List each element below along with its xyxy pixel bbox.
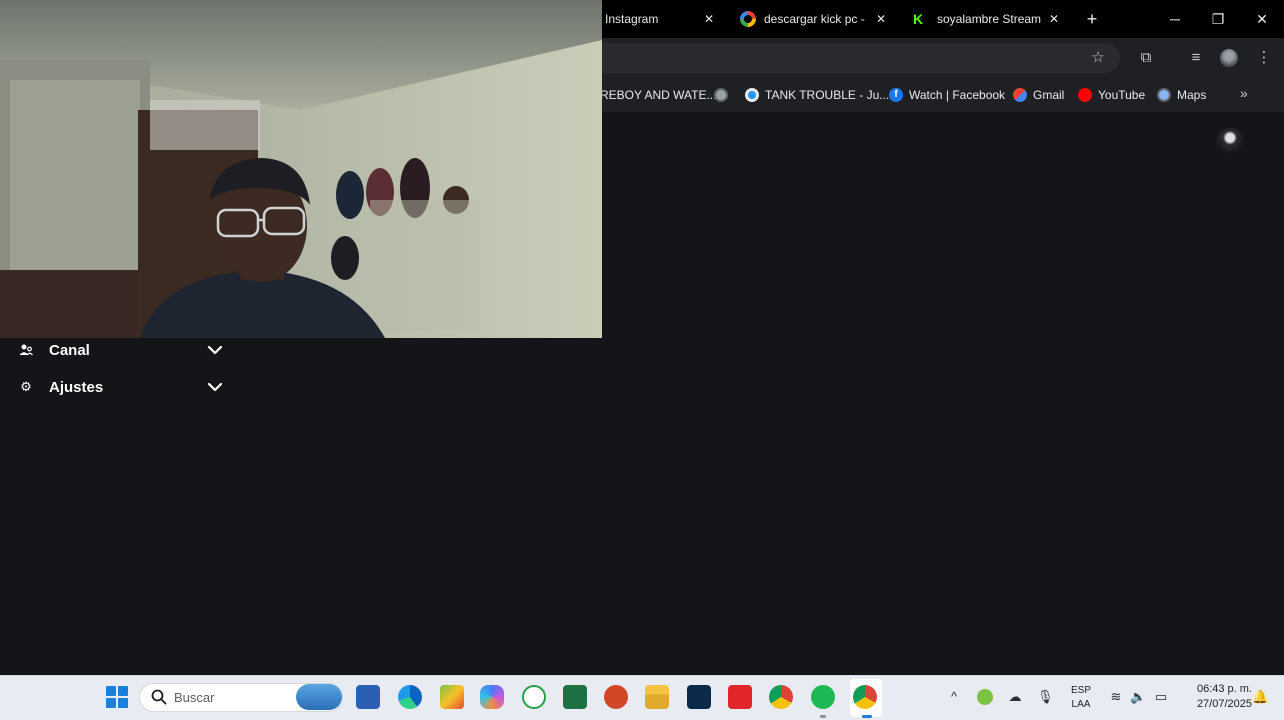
bluestacks-icon[interactable]	[440, 685, 464, 709]
sidebar-item-label: Canal	[49, 341, 90, 359]
tab-close-icon[interactable]: ✕	[876, 0, 886, 38]
profile-avatar[interactable]	[1220, 49, 1238, 67]
active-indicator	[862, 715, 872, 718]
running-indicator	[820, 715, 826, 718]
address-bar[interactable]	[560, 43, 1120, 73]
language-code: ESP	[1070, 685, 1091, 696]
kick-icon: K	[913, 11, 924, 27]
loading-spinner-icon	[1216, 128, 1244, 156]
onedrive-icon[interactable]: ☁	[1007, 689, 1023, 705]
volume-icon[interactable]: 🔈	[1130, 689, 1146, 705]
language-indicator[interactable]: ESP LAA	[1066, 684, 1096, 712]
sidebar-item-canal[interactable]: Canal	[18, 338, 228, 362]
users-icon	[18, 342, 34, 358]
screen: Instagram ✕ descargar kick pc - Búsqueda…	[0, 0, 1284, 720]
chevron-down-icon[interactable]	[206, 378, 224, 396]
bookmark-item[interactable]: REBOY AND WATE...	[600, 86, 716, 104]
word-icon[interactable]	[356, 685, 380, 709]
bookmark-label: Gmail	[1033, 88, 1065, 102]
bookmark-item[interactable]: f Watch | Facebook	[889, 86, 1005, 104]
show-hidden-icons-icon[interactable]: ^	[946, 689, 962, 705]
menu-dots-icon[interactable]: ⋮	[1254, 48, 1274, 68]
bookmark-star-icon[interactable]: ☆	[1088, 48, 1108, 68]
chrome-profile-icon[interactable]	[853, 685, 877, 709]
webcam-overlay	[0, 0, 602, 338]
bookmark-item[interactable]: TANK TROUBLE - Ju...	[745, 86, 889, 104]
restore-icon[interactable]: ❐	[1208, 9, 1228, 29]
close-window-icon[interactable]: ✕	[1252, 9, 1272, 29]
maps-icon	[1157, 88, 1171, 102]
tab-close-icon[interactable]: ✕	[704, 0, 714, 38]
powerpoint-icon[interactable]	[604, 685, 628, 709]
gmail-icon	[1013, 88, 1027, 102]
notifications-icon[interactable]: 🔔	[1252, 689, 1268, 705]
bookmark-globe[interactable]	[714, 86, 734, 104]
disney-plus-icon[interactable]	[687, 685, 711, 709]
webcam-video	[0, 0, 602, 338]
taskbar-clock[interactable]: 06:43 p. m. 27/07/2025	[1178, 682, 1252, 712]
sidebar-item-label: Ajustes	[49, 378, 104, 396]
tab-kick-stream[interactable]: K soyalambre Stream - Kick	[913, 0, 1063, 38]
extensions-icon[interactable]: ⧉	[1136, 48, 1156, 68]
tab-title: descargar kick pc - Búsqueda de Google	[764, 12, 868, 26]
tray-app-icon[interactable]	[977, 689, 993, 705]
search-placeholder: Buscar	[174, 690, 215, 705]
youtube-icon	[1078, 88, 1092, 102]
bookmark-label: YouTube	[1098, 88, 1146, 102]
windows-start-icon[interactable]	[106, 686, 128, 708]
globe-icon	[714, 88, 728, 102]
media-controls-icon[interactable]: ≡	[1186, 48, 1206, 68]
bookmark-item[interactable]: YouTube	[1078, 86, 1145, 104]
search-highlight-icon[interactable]	[296, 684, 342, 710]
copilot-icon[interactable]	[480, 685, 504, 709]
wps-office-icon[interactable]	[728, 685, 752, 709]
tab-title: Instagram	[605, 12, 659, 26]
chrome-icon[interactable]	[769, 685, 793, 709]
bookmark-item[interactable]: Gmail	[1013, 86, 1064, 104]
clock-date: 27/07/2025	[1196, 698, 1252, 710]
tab-title: soyalambre Stream - Kick	[937, 12, 1041, 26]
bookmark-label: Maps	[1177, 88, 1207, 102]
new-tab-icon[interactable]: +	[1082, 9, 1102, 29]
search-icon	[151, 689, 167, 705]
tab-close-icon[interactable]: ✕	[1049, 0, 1059, 38]
bookmark-item[interactable]: Maps	[1157, 86, 1206, 104]
file-explorer-icon[interactable]	[645, 685, 669, 709]
facebook-icon: f	[889, 88, 903, 102]
bookmark-label: Watch | Facebook	[909, 88, 1006, 102]
wifi-icon[interactable]: ≋	[1108, 689, 1124, 705]
edge-icon[interactable]	[398, 685, 422, 709]
excel-icon[interactable]	[563, 685, 587, 709]
whatsapp-icon[interactable]	[522, 685, 546, 709]
bookmark-label: REBOY AND WATE...	[600, 88, 717, 102]
minimize-icon[interactable]: ─	[1165, 9, 1185, 29]
microphone-icon[interactable]: 🎙	[1037, 689, 1054, 705]
keyboard-layout: LAA	[1071, 699, 1091, 710]
chevron-down-icon[interactable]	[206, 341, 224, 359]
more-bookmarks-icon[interactable]: »	[1240, 85, 1248, 101]
gear-icon: ⚙	[20, 379, 32, 394]
tank-trouble-icon	[745, 88, 759, 102]
spotify-icon[interactable]	[811, 685, 835, 709]
clock-time: 06:43 p. m.	[1196, 683, 1252, 695]
bookmark-label: TANK TROUBLE - Ju...	[765, 88, 890, 102]
battery-icon[interactable]: ▭	[1153, 689, 1169, 705]
sidebar-item-ajustes[interactable]: ⚙ Ajustes	[18, 375, 228, 399]
google-icon	[740, 11, 756, 27]
